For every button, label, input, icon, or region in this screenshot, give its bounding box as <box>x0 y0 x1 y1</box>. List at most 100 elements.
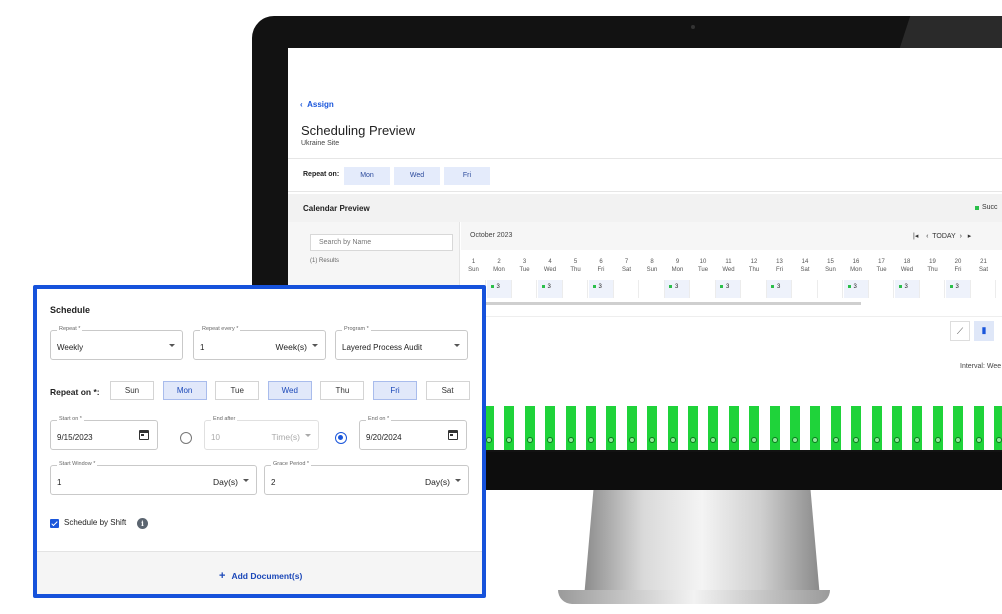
calendar-day-header: 8 Sun <box>640 258 665 274</box>
calendar-day-cell[interactable] <box>512 280 537 298</box>
calendar-day-cell[interactable] <box>971 280 996 298</box>
results-count: (1) Results <box>310 258 340 264</box>
completion-bar[interactable] <box>667 406 678 450</box>
weekday-wed-button[interactable]: Wed <box>267 381 312 400</box>
program-select[interactable]: Program * Layered Process Audit <box>335 326 468 360</box>
calendar-icon[interactable] <box>139 430 149 440</box>
calendar-day-cell[interactable] <box>920 280 945 298</box>
completion-bar[interactable] <box>586 406 596 450</box>
back-link[interactable]: ‹ Assign <box>300 100 334 109</box>
end-after-radio[interactable] <box>180 432 192 444</box>
repeat-every-field[interactable]: Repeat every * 1 Week(s) <box>193 326 326 360</box>
calendar-day-cell[interactable] <box>614 280 639 298</box>
calendar-icon[interactable] <box>448 430 458 440</box>
calendar-day-cell[interactable]: 3 <box>716 280 741 298</box>
completion-bar[interactable] <box>810 406 821 450</box>
end-on-field[interactable]: End on * 9/20/2024 <box>359 416 467 450</box>
schedule-by-shift-checkbox[interactable] <box>50 519 59 528</box>
repeat-every-unit[interactable]: Week(s) <box>276 342 308 352</box>
completion-bar[interactable] <box>565 406 576 450</box>
bar-chart-icon[interactable]: ▮ <box>974 321 994 341</box>
calendar-day-header: 16 Mon <box>844 258 869 274</box>
completion-bar[interactable] <box>912 406 923 450</box>
calendar-day-cell[interactable]: 3 <box>486 280 512 298</box>
completion-bar[interactable] <box>708 406 719 450</box>
completed-icon <box>547 437 554 443</box>
calendar-day-cell[interactable] <box>640 280 665 298</box>
weekday-tue-button[interactable]: Tue <box>215 381 260 400</box>
line-chart-icon[interactable]: ⟋ <box>950 321 970 341</box>
day-of-week: Wed <box>722 267 735 273</box>
repeat-day-mon: Mon <box>344 167 390 185</box>
calendar-day-cell[interactable]: 3 <box>945 280 971 298</box>
completion-bar[interactable] <box>626 406 637 450</box>
info-icon[interactable]: i <box>137 518 148 529</box>
day-of-week: Wed <box>543 267 557 273</box>
last-page-icon[interactable]: ▸ <box>968 233 972 240</box>
completion-bar[interactable] <box>892 406 902 450</box>
weekday-sat-button[interactable]: Sat <box>425 381 470 400</box>
day-of-week: Mon <box>850 267 862 273</box>
end-on-radio[interactable] <box>335 432 347 444</box>
completion-bar[interactable] <box>524 406 535 450</box>
completion-bar[interactable] <box>688 406 698 450</box>
completion-bar[interactable] <box>932 406 943 450</box>
completion-bar[interactable] <box>728 406 739 450</box>
calendar-day-cell[interactable] <box>563 280 588 298</box>
repeat-day-wed: Wed <box>394 167 440 185</box>
prev-icon[interactable]: ‹ <box>926 233 928 240</box>
completion-bar[interactable] <box>606 406 617 450</box>
end-after-field: End after 10 Time(s) <box>204 416 319 450</box>
scheduled-count-value: 3 <box>777 284 781 290</box>
calendar-day-cell[interactable] <box>742 280 767 298</box>
start-window-label: Start Window * <box>57 461 98 467</box>
weekday-fri-button[interactable]: Fri <box>373 381 417 400</box>
completion-bar[interactable] <box>647 406 658 450</box>
weekday-mon-button[interactable]: Mon <box>162 381 207 400</box>
completion-bar[interactable] <box>994 406 1002 450</box>
grace-period-unit[interactable]: Day(s) <box>425 477 450 487</box>
completion-bar[interactable] <box>769 406 780 450</box>
grace-period-value: 2 <box>271 478 276 487</box>
start-on-field[interactable]: Start on * 9/15/2023 <box>50 416 158 450</box>
grace-period-field[interactable]: Grace Period * 2 Day(s) <box>264 461 469 495</box>
calendar-day-cell[interactable]: 3 <box>767 280 792 298</box>
repeat-select[interactable]: Repeat * Weekly <box>50 326 183 360</box>
calendar-day-cell[interactable]: 3 <box>537 280 563 298</box>
calendar-day-cell[interactable] <box>793 280 818 298</box>
repeat-every-label: Repeat every * <box>200 326 241 332</box>
calendar-day-cell[interactable]: 3 <box>894 280 920 298</box>
completion-bar[interactable] <box>749 406 760 450</box>
today-button[interactable]: TODAY <box>932 233 955 240</box>
calendar-day-header: 7 Sat <box>614 258 639 274</box>
calendar-scrollbar[interactable] <box>461 302 861 305</box>
scheduled-count-value: 3 <box>598 284 602 290</box>
next-icon[interactable]: › <box>960 233 962 240</box>
program-label: Program * <box>342 326 371 332</box>
completion-bar[interactable] <box>953 406 964 450</box>
completion-bar[interactable] <box>504 406 515 450</box>
day-number: 18 <box>903 259 911 265</box>
start-window-field[interactable]: Start Window * 1 Day(s) <box>50 461 257 495</box>
search-input[interactable]: Search by Name <box>310 234 453 251</box>
calendar-day-cell[interactable]: 3 <box>588 280 614 298</box>
weekday-thu-button[interactable]: Thu <box>320 381 365 400</box>
start-on-label: Start on * <box>57 416 84 422</box>
completion-bar[interactable] <box>545 406 556 450</box>
completion-bar[interactable] <box>830 406 841 450</box>
start-window-unit[interactable]: Day(s) <box>213 477 238 487</box>
calendar-day-cell[interactable] <box>818 280 843 298</box>
first-page-icon[interactable]: |◂ <box>913 233 918 240</box>
completion-bar[interactable] <box>871 406 882 450</box>
weekday-sun-button[interactable]: Sun <box>110 381 154 400</box>
calendar-day-cell[interactable]: 3 <box>665 280 690 298</box>
calendar-day-cell[interactable]: 3 <box>843 280 869 298</box>
day-of-week: Sat <box>978 267 988 273</box>
add-document-button[interactable]: + Add Document(s) <box>219 570 302 582</box>
calendar-day-cell[interactable] <box>869 280 894 298</box>
completed-icon <box>955 437 962 443</box>
completion-bar[interactable] <box>851 406 862 450</box>
completion-bar[interactable] <box>790 406 800 450</box>
calendar-day-cell[interactable] <box>691 280 716 298</box>
completion-bar[interactable] <box>973 406 984 450</box>
